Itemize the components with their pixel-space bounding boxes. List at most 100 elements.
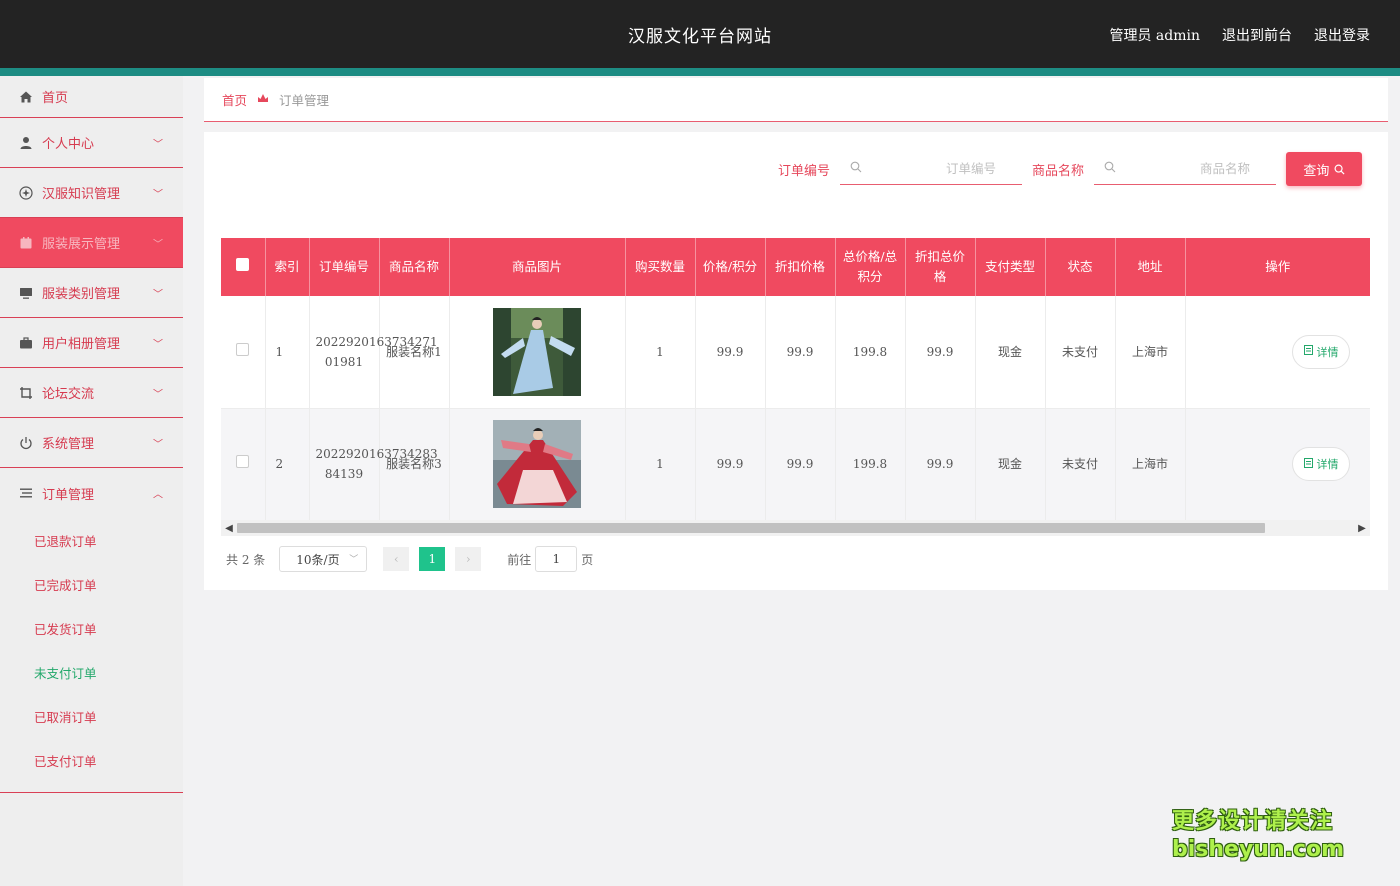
goto-page-input[interactable] [535, 546, 578, 572]
column-header: 索引 [265, 238, 310, 296]
cell-discount: 99.9 [765, 296, 836, 409]
page-number-button[interactable]: 1 [419, 547, 446, 571]
sidebar-item-label: 用户相册管理 [42, 337, 121, 352]
submenu-cancelled-orders[interactable]: 已取消订单 [0, 694, 183, 738]
sidebar-item-orders[interactable]: 订单管理 ︿ [0, 468, 183, 518]
column-header: 地址 [1115, 238, 1186, 296]
next-page-button[interactable]: › [455, 547, 482, 571]
search-icon [1334, 164, 1345, 179]
submenu-completed-orders[interactable]: 已完成订单 [0, 562, 183, 606]
logout-link[interactable]: 退出登录 [1314, 25, 1370, 45]
chevron-up-icon: ︿ [153, 489, 163, 501]
orders-submenu: 已退款订单 已完成订单 已发货订单 未支付订单 已取消订单 已支付订单 [0, 518, 183, 793]
order-panel: 订单编号 商品名称 查询 [204, 132, 1388, 590]
detail-button-label: 详情 [1316, 458, 1339, 471]
query-button[interactable]: 查询 [1286, 152, 1362, 186]
chevron-down-icon: ﹀ [153, 439, 163, 450]
sidebar-item-label: 论坛交流 [42, 387, 95, 402]
chevron-down-icon: ﹀ [153, 189, 163, 200]
search-bar: 订单编号 商品名称 查询 [778, 152, 1362, 186]
sidebar-item-forum[interactable]: 论坛交流 ﹀ [0, 368, 183, 418]
scroll-left-icon[interactable]: ◀ [221, 520, 237, 536]
column-header: 折扣总价格 [905, 238, 976, 296]
monitor-icon [18, 285, 34, 301]
query-button-label: 查询 [1303, 163, 1330, 179]
sidebar-item-label: 服装类别管理 [42, 287, 121, 302]
row-checkbox[interactable] [236, 342, 250, 356]
product-name-field [1094, 153, 1276, 185]
order-table: 索引 订单编号 商品名称 商品图片 购买数量 价格/积分 折扣价格 总价格/总积… [221, 238, 1370, 521]
breadcrumb: 首页 订单管理 [204, 78, 1388, 122]
header-links: 管理员 admin 退出到前台 退出登录 [1109, 25, 1370, 45]
table-header-row: 索引 订单编号 商品名称 商品图片 购买数量 价格/积分 折扣价格 总价格/总积… [221, 238, 1370, 296]
chevron-down-icon: ﹀ [153, 339, 163, 350]
detail-button[interactable]: 详情 [1292, 447, 1350, 481]
goto-suffix: 页 [581, 552, 594, 567]
page-size-select[interactable]: 10条/页 ﹀ [279, 546, 368, 572]
watermark-line1: 更多设计请关注 [1172, 809, 1334, 834]
top-header: 汉服文化平台网站 管理员 admin 退出到前台 退出登录 [0, 0, 1400, 68]
cell-status: 未支付 [1045, 296, 1116, 409]
product-image [493, 307, 581, 396]
exit-to-front-link[interactable]: 退出到前台 [1222, 25, 1292, 45]
cell-order-no: 2022920163734283 84139 [309, 408, 438, 521]
cell-discount-total: 99.9 [905, 408, 976, 521]
product-name-input[interactable] [1094, 153, 1276, 184]
table-row: 1 2022920163734271 01981 服装名称1 1 99.9 99… [221, 296, 1370, 409]
column-header: 折扣价格 [765, 238, 836, 296]
prev-page-button[interactable]: ‹ [383, 547, 410, 571]
cell-price: 99.9 [695, 408, 766, 521]
sidebar: 首页 个人中心 ﹀ 汉服知识管理 ﹀ 服装展示管理 ﹀ 服装类别管理 ﹀ 用户相… [0, 76, 183, 886]
product-image [493, 420, 581, 508]
order-no-input[interactable] [839, 153, 1022, 184]
scrollbar-thumb[interactable] [237, 523, 1265, 533]
cell-qty: 1 [625, 296, 696, 409]
column-header: 总价格/总积分 [835, 238, 906, 296]
submenu-refunded-orders[interactable]: 已退款订单 [0, 518, 183, 562]
watermark-line2: bisheyun.com [1172, 837, 1345, 862]
detail-button-label: 详情 [1316, 345, 1339, 359]
select-all-checkbox-cell [221, 238, 266, 296]
select-all-checkbox[interactable] [236, 258, 250, 271]
cell-pay-type: 现金 [975, 296, 1046, 409]
breadcrumb-separator-icon [257, 92, 269, 107]
column-header: 操作 [1265, 259, 1291, 274]
submenu-shipped-orders[interactable]: 已发货订单 [0, 606, 183, 650]
compass-icon [18, 185, 34, 201]
sidebar-item-system[interactable]: 系统管理 ﹀ [0, 418, 183, 468]
sidebar-item-album[interactable]: 用户相册管理 ﹀ [0, 318, 183, 368]
detail-button[interactable]: 详情 [1292, 334, 1350, 369]
cell-product-name: 服装名称1 [379, 296, 450, 409]
pagination: 共 2 条 10条/页 ﹀ ‹ 1 › 前往 页 [226, 546, 593, 572]
order-no-field [839, 153, 1022, 185]
cell-address: 上海市 [1115, 296, 1186, 409]
crop-icon [18, 385, 34, 401]
chevron-down-icon: ﹀ [153, 389, 163, 400]
cell-total: 199.8 [835, 296, 906, 409]
sidebar-item-clothing-category[interactable]: 服装类别管理 ﹀ [0, 268, 183, 318]
order-no-label: 订单编号 [777, 163, 830, 179]
scroll-right-icon[interactable]: ▶ [1354, 520, 1370, 536]
document-icon [1303, 457, 1313, 471]
watermark: 更多设计请关注 bisheyun.com [1172, 808, 1344, 864]
table-row: 2 2022920163734283 84139 服装名称3 1 99.9 99… [221, 408, 1370, 521]
sidebar-item-home[interactable]: 首页 [0, 76, 183, 118]
home-icon [18, 89, 34, 105]
sidebar-item-label: 服装展示管理 [42, 237, 121, 252]
breadcrumb-home-link[interactable]: 首页 [222, 90, 247, 109]
sidebar-item-knowledge[interactable]: 汉服知识管理 ﹀ [0, 168, 183, 218]
horizontal-scrollbar[interactable]: ◀ ▶ [221, 520, 1370, 536]
submenu-paid-orders[interactable]: 已支付订单 [0, 738, 183, 782]
row-checkbox[interactable] [236, 455, 250, 468]
sidebar-item-profile[interactable]: 个人中心 ﹀ [0, 118, 183, 168]
column-header: 状态 [1045, 238, 1116, 296]
cell-qty: 1 [625, 408, 696, 521]
column-header: 商品图片 [449, 238, 626, 296]
column-header: 价格/积分 [695, 238, 766, 296]
submenu-unpaid-orders[interactable]: 未支付订单 [0, 650, 183, 694]
chevron-down-icon: ﹀ [153, 239, 163, 250]
cell-product-name: 服装名称3 [379, 408, 450, 521]
sidebar-item-clothing-display[interactable]: 服装展示管理 ﹀ [0, 218, 183, 268]
calendar-icon [18, 235, 34, 251]
cell-discount-total: 99.9 [905, 296, 976, 409]
